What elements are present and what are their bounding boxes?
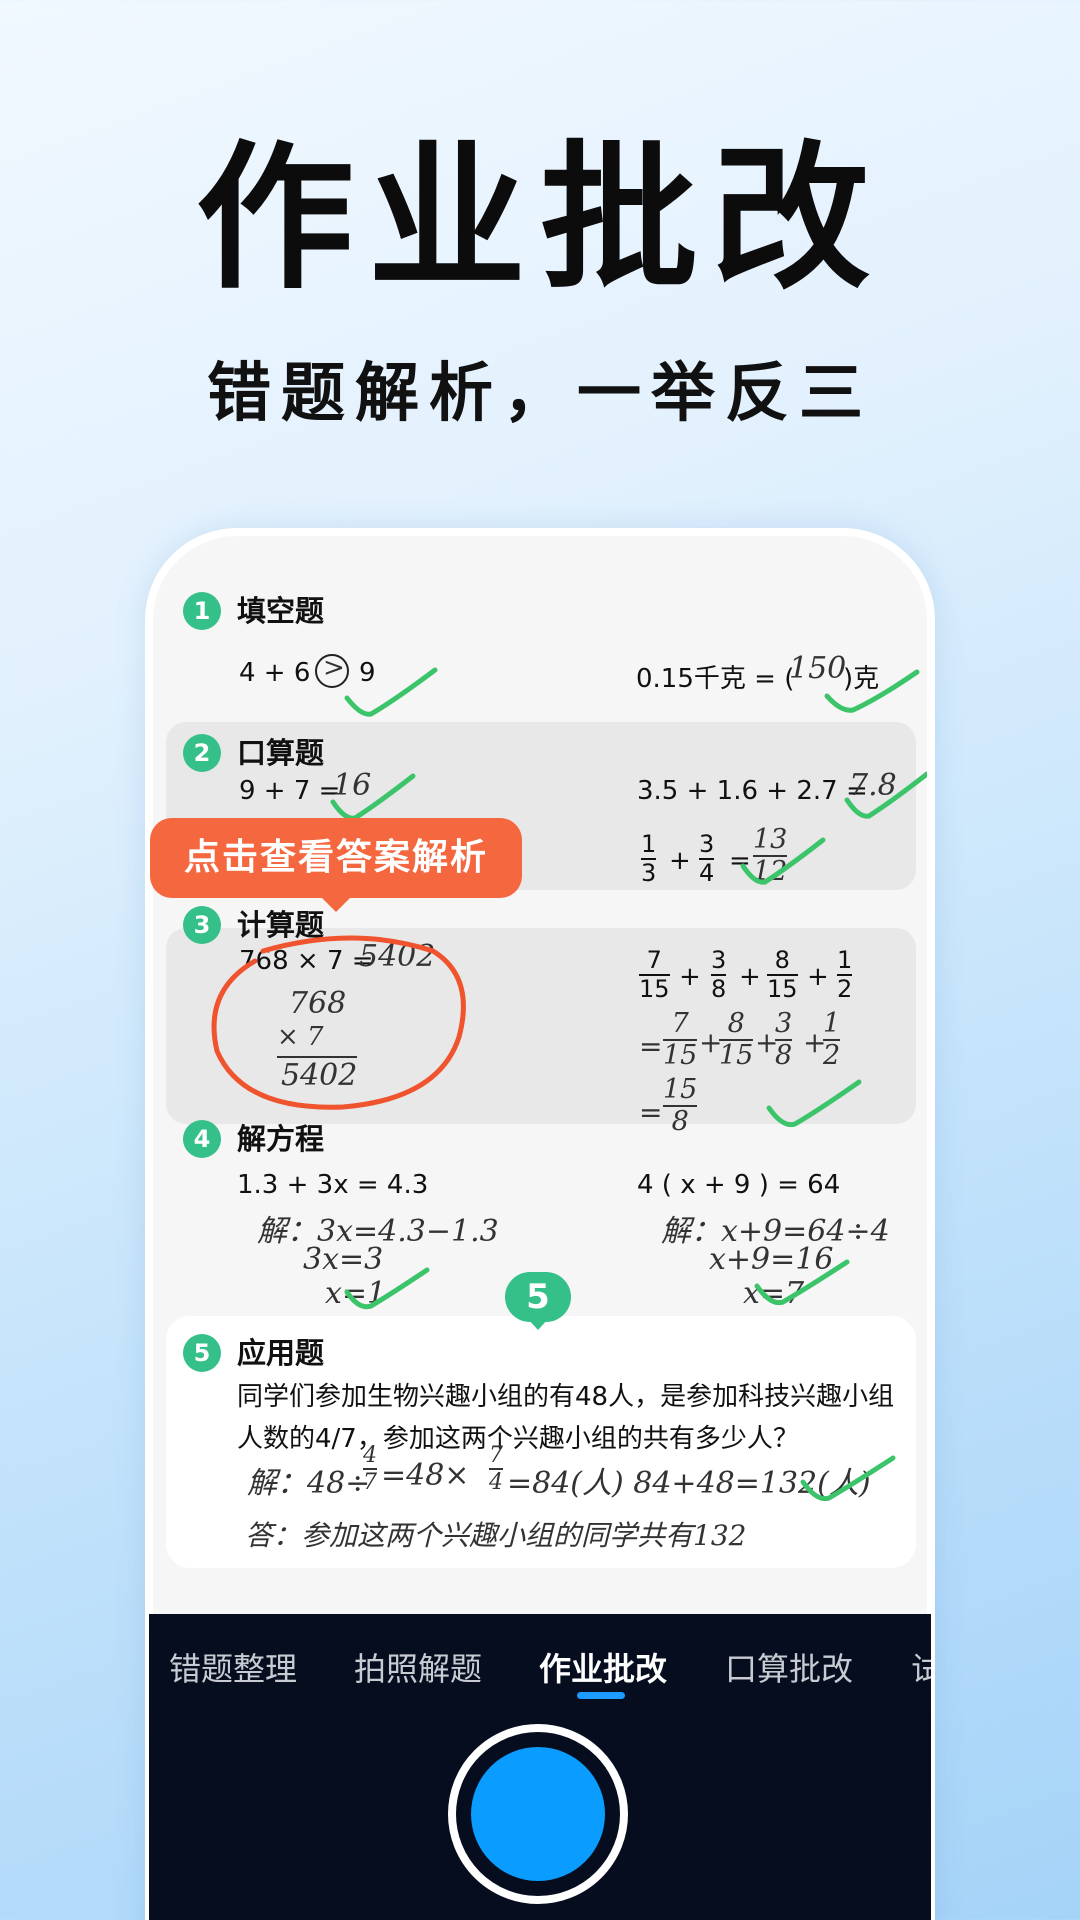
check-mark-icon (344, 1267, 430, 1310)
red-circle-annotation (211, 935, 466, 1110)
denominator: 8 (671, 1106, 689, 1138)
denominator: 8 (711, 975, 727, 1004)
hero-title: 作业批改 (196, 127, 884, 311)
numerator: 7 (671, 1008, 689, 1039)
fraction: 8 15 (767, 946, 798, 1004)
fraction: 38 (711, 946, 727, 1004)
numerator: 1 (641, 830, 657, 858)
check-mark-icon (766, 1079, 862, 1128)
fraction: 12 (837, 946, 853, 1004)
question-text: 4 + 6 (239, 658, 311, 688)
check-mark-icon (740, 837, 826, 885)
tooltip-tail (320, 896, 352, 912)
handwritten-fraction: 38 (775, 1008, 793, 1072)
numerator: 1 (837, 946, 853, 974)
numerator: 7 (489, 1443, 503, 1468)
denominator: 15 (663, 1040, 698, 1072)
handwritten-fraction: 15 8 (663, 1074, 698, 1138)
denominator: 4 (699, 859, 715, 888)
denominator: 4 (489, 1470, 503, 1496)
denominator: 2 (837, 975, 853, 1004)
section-number-badge: 1 (183, 592, 221, 630)
numerator: 3 (775, 1008, 793, 1039)
denominator: 2 (823, 1040, 841, 1072)
denominator: 7 (363, 1470, 377, 1496)
numerator: 8 (774, 946, 790, 974)
handwritten-fraction: 7 15 (663, 1008, 698, 1072)
question-text: 3.5 + 1.6 + 2.7 = (637, 776, 868, 806)
step-marker-tail (528, 1319, 548, 1330)
check-mark-icon (800, 1455, 896, 1502)
tab-oral-correction[interactable]: 口算批改 (725, 1644, 853, 1690)
handwritten-fraction: 8 15 (719, 1008, 754, 1072)
numerator: 3 (699, 830, 715, 858)
numerator: 7 (646, 946, 662, 974)
problem-text: 同学们参加生物兴趣小组的有48人，是参加科技兴趣小组人数的4/7，参加这两个兴趣… (237, 1382, 895, 1454)
handwritten-solution: =48× (381, 1458, 470, 1493)
operator: + (807, 962, 829, 992)
tab-photo-solve[interactable]: 拍照解题 (354, 1644, 482, 1690)
handwritten-solution: 解：48÷ (247, 1466, 371, 1501)
denominator: 3 (641, 859, 657, 888)
fraction: 7 15 (639, 946, 670, 1004)
numerator: 15 (663, 1074, 698, 1105)
question-text: 1.3 + 3x = 4.3 (237, 1170, 429, 1200)
handwritten-answer-line: 答：参加这两个兴趣小组的同学共有132 (245, 1519, 747, 1552)
check-mark-icon (754, 1259, 850, 1306)
operator: = (639, 1096, 663, 1129)
section-title: 解方程 (237, 1122, 325, 1156)
handwritten-fraction: 12 (823, 1008, 841, 1072)
view-analysis-tooltip[interactable]: 点击查看答案解析 (150, 818, 522, 898)
question-text: 9 + 7 = (239, 776, 341, 806)
denominator: 15 (767, 975, 798, 1004)
handwritten-fraction: 47 (363, 1444, 377, 1494)
operator: = (639, 1030, 663, 1063)
section-number-badge: 2 (183, 734, 221, 772)
compare-answer: > (323, 653, 345, 683)
shutter-core[interactable] (471, 1747, 605, 1881)
tab-homework-correction[interactable]: 作业批改 (539, 1644, 667, 1690)
check-mark-icon (824, 669, 920, 713)
fraction: 13 (641, 830, 657, 888)
operator: + (739, 962, 761, 992)
hero-subtitle: 错题解析，一举反三 (207, 357, 873, 431)
numerator: 3 (711, 946, 727, 974)
numerator: 8 (727, 1008, 745, 1039)
denominator: 15 (639, 975, 670, 1004)
operator: + (669, 846, 691, 876)
active-tab-indicator (577, 1692, 625, 1699)
camera-mode-bar: 错题整理 拍照解题 作业批改 口算批改 试 (149, 1614, 931, 1920)
numerator: 1 (823, 1008, 841, 1039)
shutter-button-icon[interactable] (448, 1724, 628, 1904)
question-text: 0.15千克 = ( (636, 664, 795, 694)
check-mark-icon (844, 771, 927, 819)
tab-more[interactable]: 试 (911, 1644, 931, 1690)
section-title: 填空题 (237, 594, 325, 628)
denominator: 8 (775, 1040, 793, 1072)
handwritten-fraction: 74 (489, 1444, 503, 1494)
numerator: 4 (363, 1443, 377, 1468)
step-marker-badge[interactable]: 5 (505, 1272, 571, 1322)
section-title: 口算题 (237, 736, 325, 770)
tab-mistake-collection[interactable]: 错题整理 (169, 1644, 297, 1690)
fraction: 34 (699, 830, 715, 888)
section-number-badge: 4 (183, 1120, 221, 1158)
section-number-badge: 5 (183, 1334, 221, 1372)
question-text: 4 ( x + 9 ) = 64 (637, 1170, 841, 1200)
denominator: 15 (719, 1040, 754, 1072)
operator: + (679, 962, 701, 992)
check-mark-icon (344, 667, 438, 717)
section-title: 应用题 (237, 1336, 325, 1370)
